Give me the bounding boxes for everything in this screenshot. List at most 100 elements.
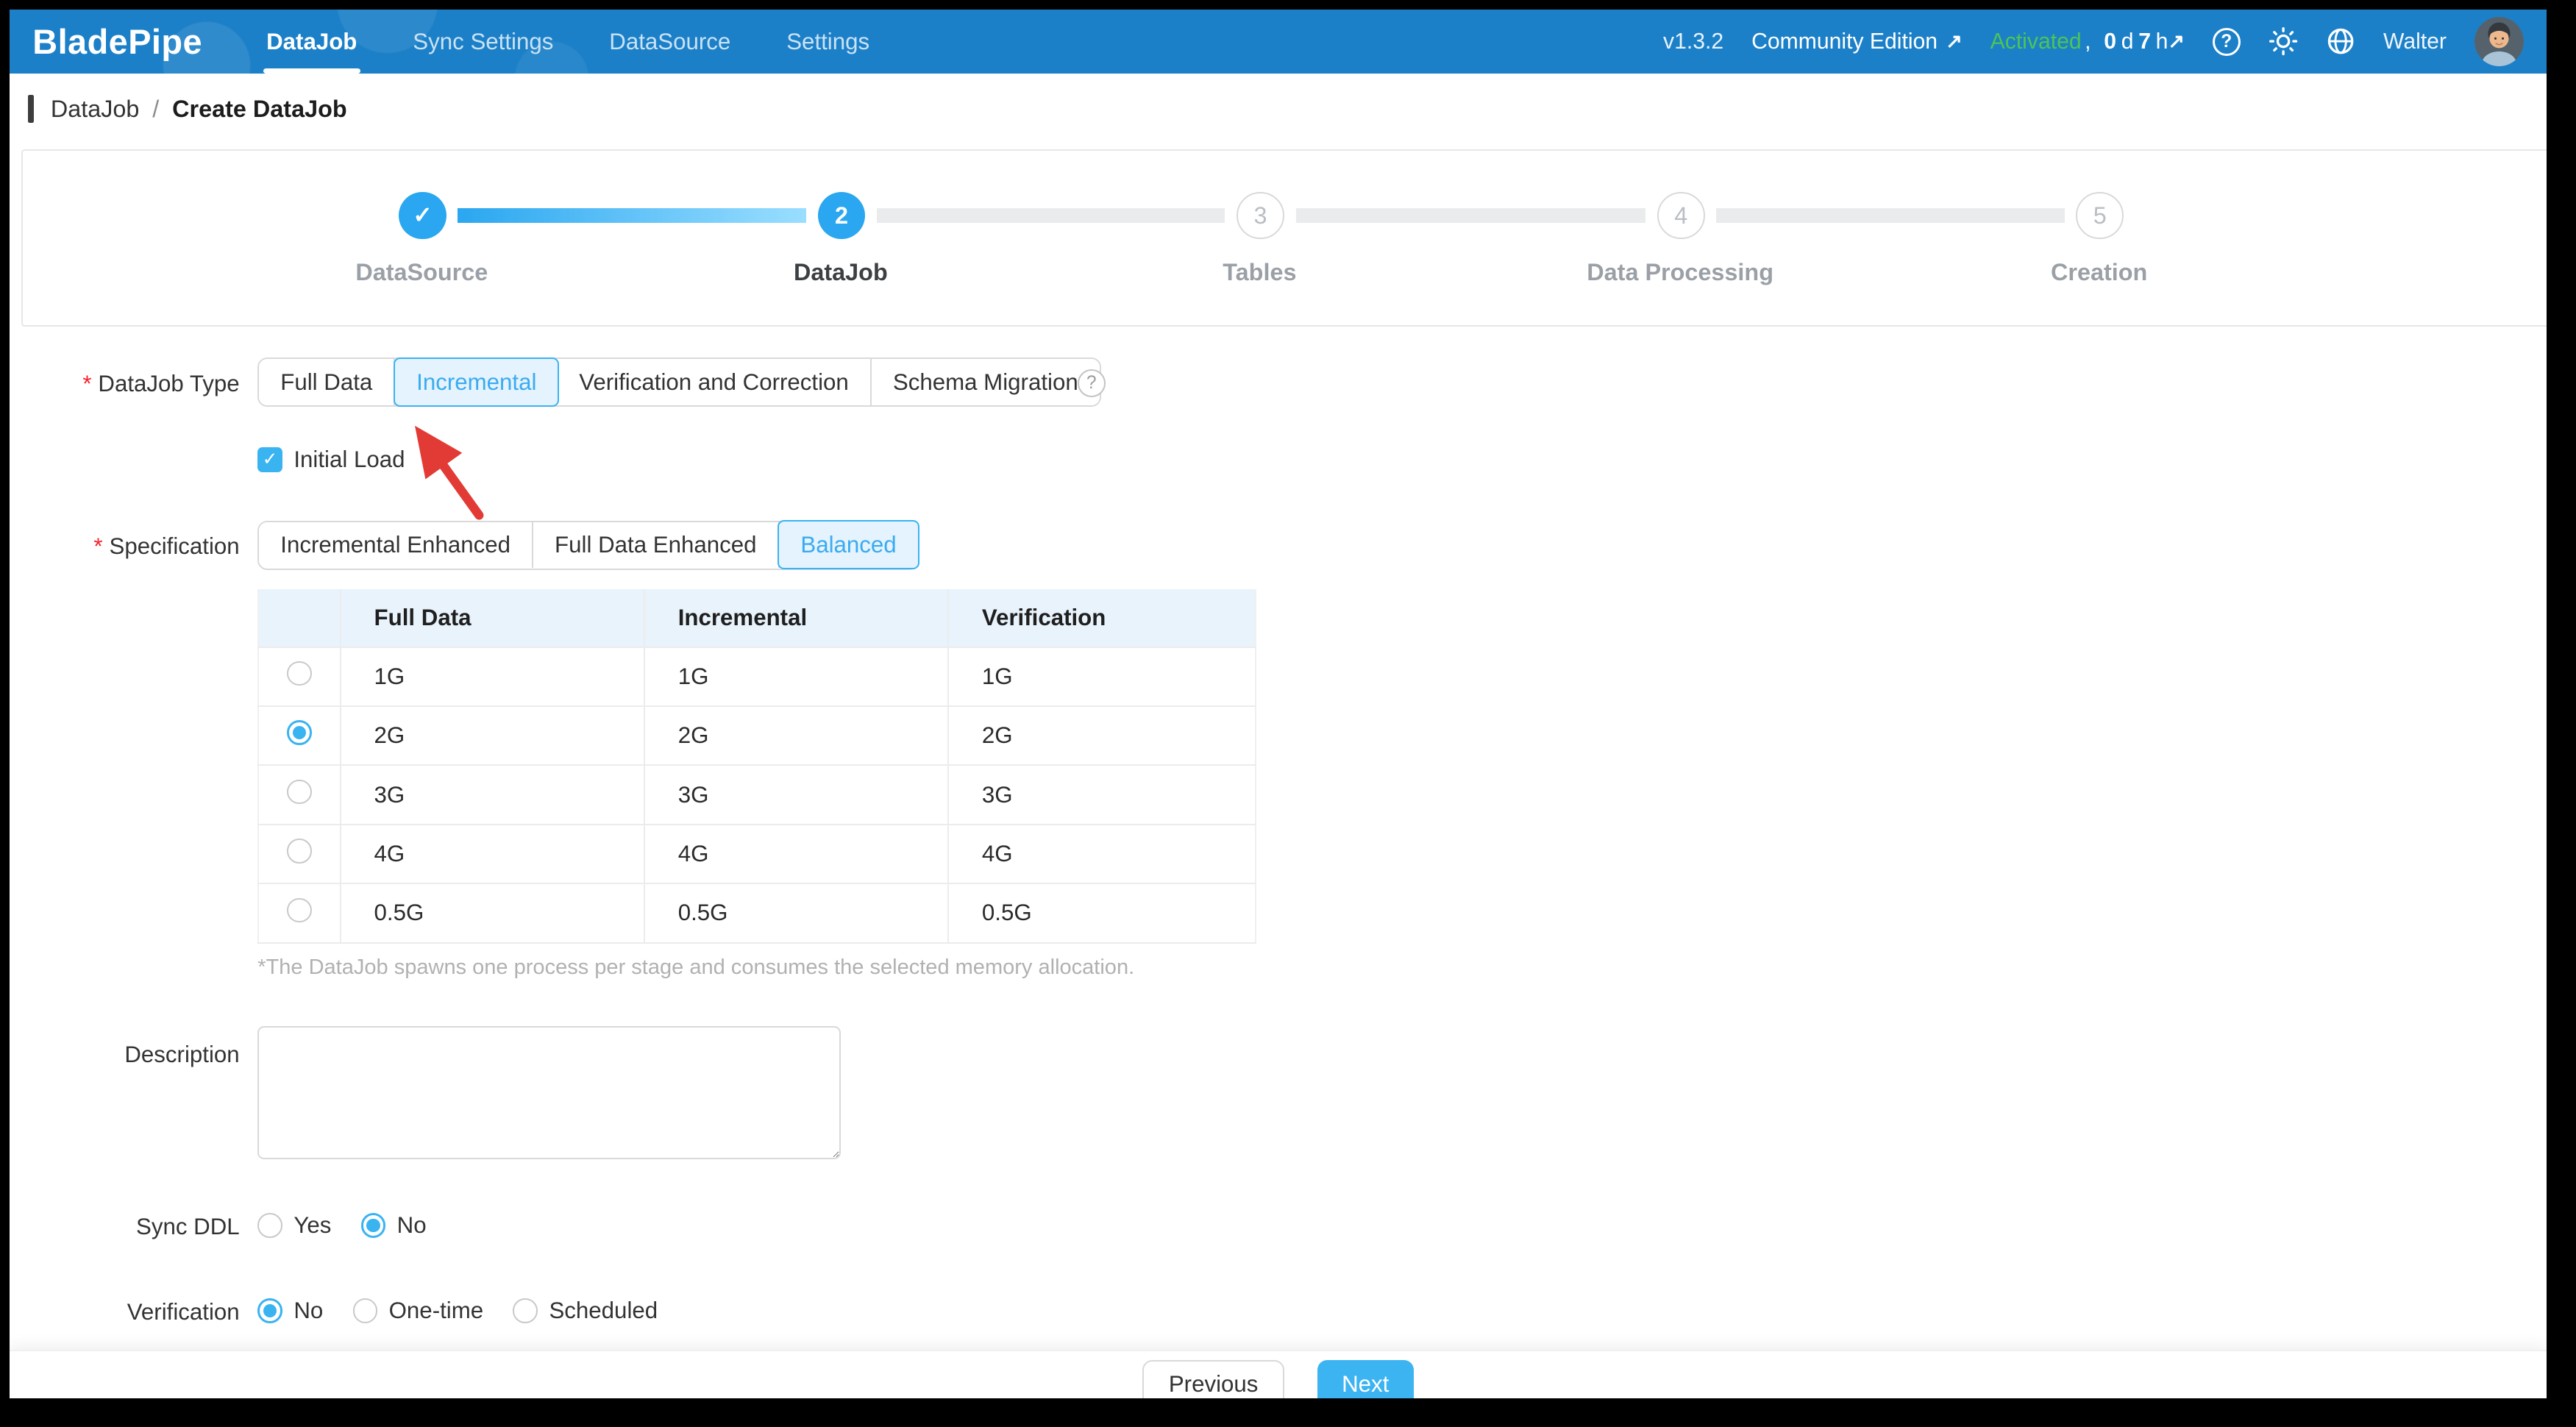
datajob-type-option-schema-migration[interactable]: Schema Migration [872,359,1100,405]
step-label-datasource: DataSource [257,259,586,286]
step-number: 5 [2093,202,2107,229]
brand-logo[interactable]: BladePipe [10,10,238,74]
option-label: Yes [293,1212,331,1239]
verification-row: No One-time Scheduled [257,1298,687,1324]
next-button[interactable]: Next [1317,1360,1414,1408]
cell-full-data: 1G [341,647,644,706]
step-label-creation: Creation [1935,259,2263,286]
step-connector [1716,208,2064,223]
specification-label: * Specification [10,533,240,560]
row-radio-1g[interactable] [287,661,312,686]
avatar[interactable] [2474,17,2524,66]
check-icon: ✓ [413,202,432,229]
cell-full-data: 0.5G [341,883,644,942]
breadcrumb-parent[interactable]: DataJob [51,96,140,123]
radio-one-time[interactable] [353,1298,378,1323]
radio-scheduled[interactable] [513,1298,538,1323]
datajob-type-option-full-data[interactable]: Full Data [259,359,395,405]
cell-full-data: 4G [341,825,644,883]
uptime-days-unit: d [2121,29,2134,54]
external-link-icon: ↗ [1946,30,1962,53]
row-radio-2g[interactable] [287,720,312,745]
sync-ddl-option-yes[interactable]: Yes [257,1212,331,1239]
license-status[interactable]: Activated , 0 d 7 h ↗ [1990,29,2185,54]
step-connector [1296,208,1646,223]
theme-sun-icon[interactable] [2269,26,2298,56]
row-radio-05g[interactable] [287,898,312,923]
cell-incremental: 0.5G [644,883,948,942]
step-label-datajob: DataJob [677,259,1006,286]
cell-verification: 4G [948,825,1256,883]
cell-full-data: 3G [341,765,644,824]
required-mark: * [82,371,91,396]
language-globe-icon[interactable] [2326,26,2355,56]
nav-item-sync-settings[interactable]: Sync Settings [385,10,581,74]
cell-verification: 3G [948,765,1256,824]
nav-item-settings[interactable]: Settings [758,10,897,74]
initial-load-checkbox[interactable]: ✓ [257,447,282,472]
uptime-days: 0 [2104,29,2116,54]
column-header-full-data: Full Data [341,589,644,647]
step-circle-tables: 3 [1237,192,1284,240]
description-input[interactable] [257,1026,841,1159]
nav-item-datajob[interactable]: DataJob [238,10,385,74]
edition-link[interactable]: Community Edition ↗ [1751,29,1963,54]
nav-item-label: Sync Settings [413,29,553,55]
nav-item-datasource[interactable]: DataSource [581,10,758,74]
radio-yes[interactable] [257,1213,282,1238]
column-header-incremental: Incremental [644,589,948,647]
row-radio-3g[interactable] [287,780,312,805]
radio-column-header [258,589,341,647]
datajob-type-option-verification-and-correction[interactable]: Verification and Correction [558,359,872,405]
external-link-icon: ↗ [2168,30,2184,53]
table-row[interactable]: 4G 4G 4G [258,825,1256,883]
license-separator: , [2085,29,2091,54]
datajob-type-help-icon[interactable]: ? [1078,369,1106,397]
option-label: One-time [389,1298,484,1324]
table-row[interactable]: 2G 2G 2G [258,706,1256,765]
field-label-text: Specification [109,533,239,559]
cell-verification: 2G [948,706,1256,765]
row-radio-4g[interactable] [287,839,312,864]
verification-option-no[interactable]: No [257,1298,323,1324]
step-label-data-processing: Data Processing [1516,259,1845,286]
version-label: v1.3.2 [1663,29,1723,54]
datajob-type-option-incremental[interactable]: Incremental [394,357,559,407]
navbar-right: v1.3.2 Community Edition ↗ Activated , 0… [1663,10,2547,74]
option-label: Scheduled [549,1298,658,1324]
initial-load-row: ✓ Initial Load [257,446,405,473]
radio-no[interactable] [361,1213,386,1238]
required-mark: * [93,533,102,559]
step-circle-datajob: 2 [818,192,866,240]
table-row[interactable]: 0.5G 0.5G 0.5G [258,883,1256,942]
table-row[interactable]: 1G 1G 1G [258,647,1256,706]
stepper: ✓ 2 3 4 5 DataSource DataJob Tables Data… [21,149,2555,327]
sync-ddl-option-no[interactable]: No [361,1212,427,1239]
cell-incremental: 3G [644,765,948,824]
column-header-verification: Verification [948,589,1256,647]
verification-label: Verification [10,1299,240,1325]
verification-option-one-time[interactable]: One-time [353,1298,484,1324]
step-number: 4 [1674,202,1687,229]
main-nav: DataJob Sync Settings DataSource Setting… [238,10,897,74]
table-row[interactable]: 3G 3G 3G [258,765,1256,824]
option-label: No [293,1298,323,1324]
verification-option-scheduled[interactable]: Scheduled [513,1298,658,1324]
cell-incremental: 4G [644,825,948,883]
cell-verification: 1G [948,647,1256,706]
previous-button[interactable]: Previous [1142,1360,1284,1408]
cell-incremental: 1G [644,647,948,706]
nav-item-label: DataJob [266,29,357,55]
top-navbar: BladePipe DataJob Sync Settings DataSour… [10,10,2547,74]
nav-item-label: Settings [786,29,869,55]
spec-option-balanced[interactable]: Balanced [778,520,919,569]
help-icon[interactable]: ? [2213,28,2241,56]
spec-option-full-data-enhanced[interactable]: Full Data Enhanced [533,522,780,569]
initial-load-label[interactable]: Initial Load [293,446,405,473]
step-label-tables: Tables [1095,259,1424,286]
spec-option-incremental-enhanced[interactable]: Incremental Enhanced [259,522,533,569]
radio-no[interactable] [257,1298,282,1323]
step-circle-datasource: ✓ [399,192,446,240]
step-circle-creation: 5 [2076,192,2124,240]
app-window: BladePipe DataJob Sync Settings DataSour… [0,0,2556,1408]
